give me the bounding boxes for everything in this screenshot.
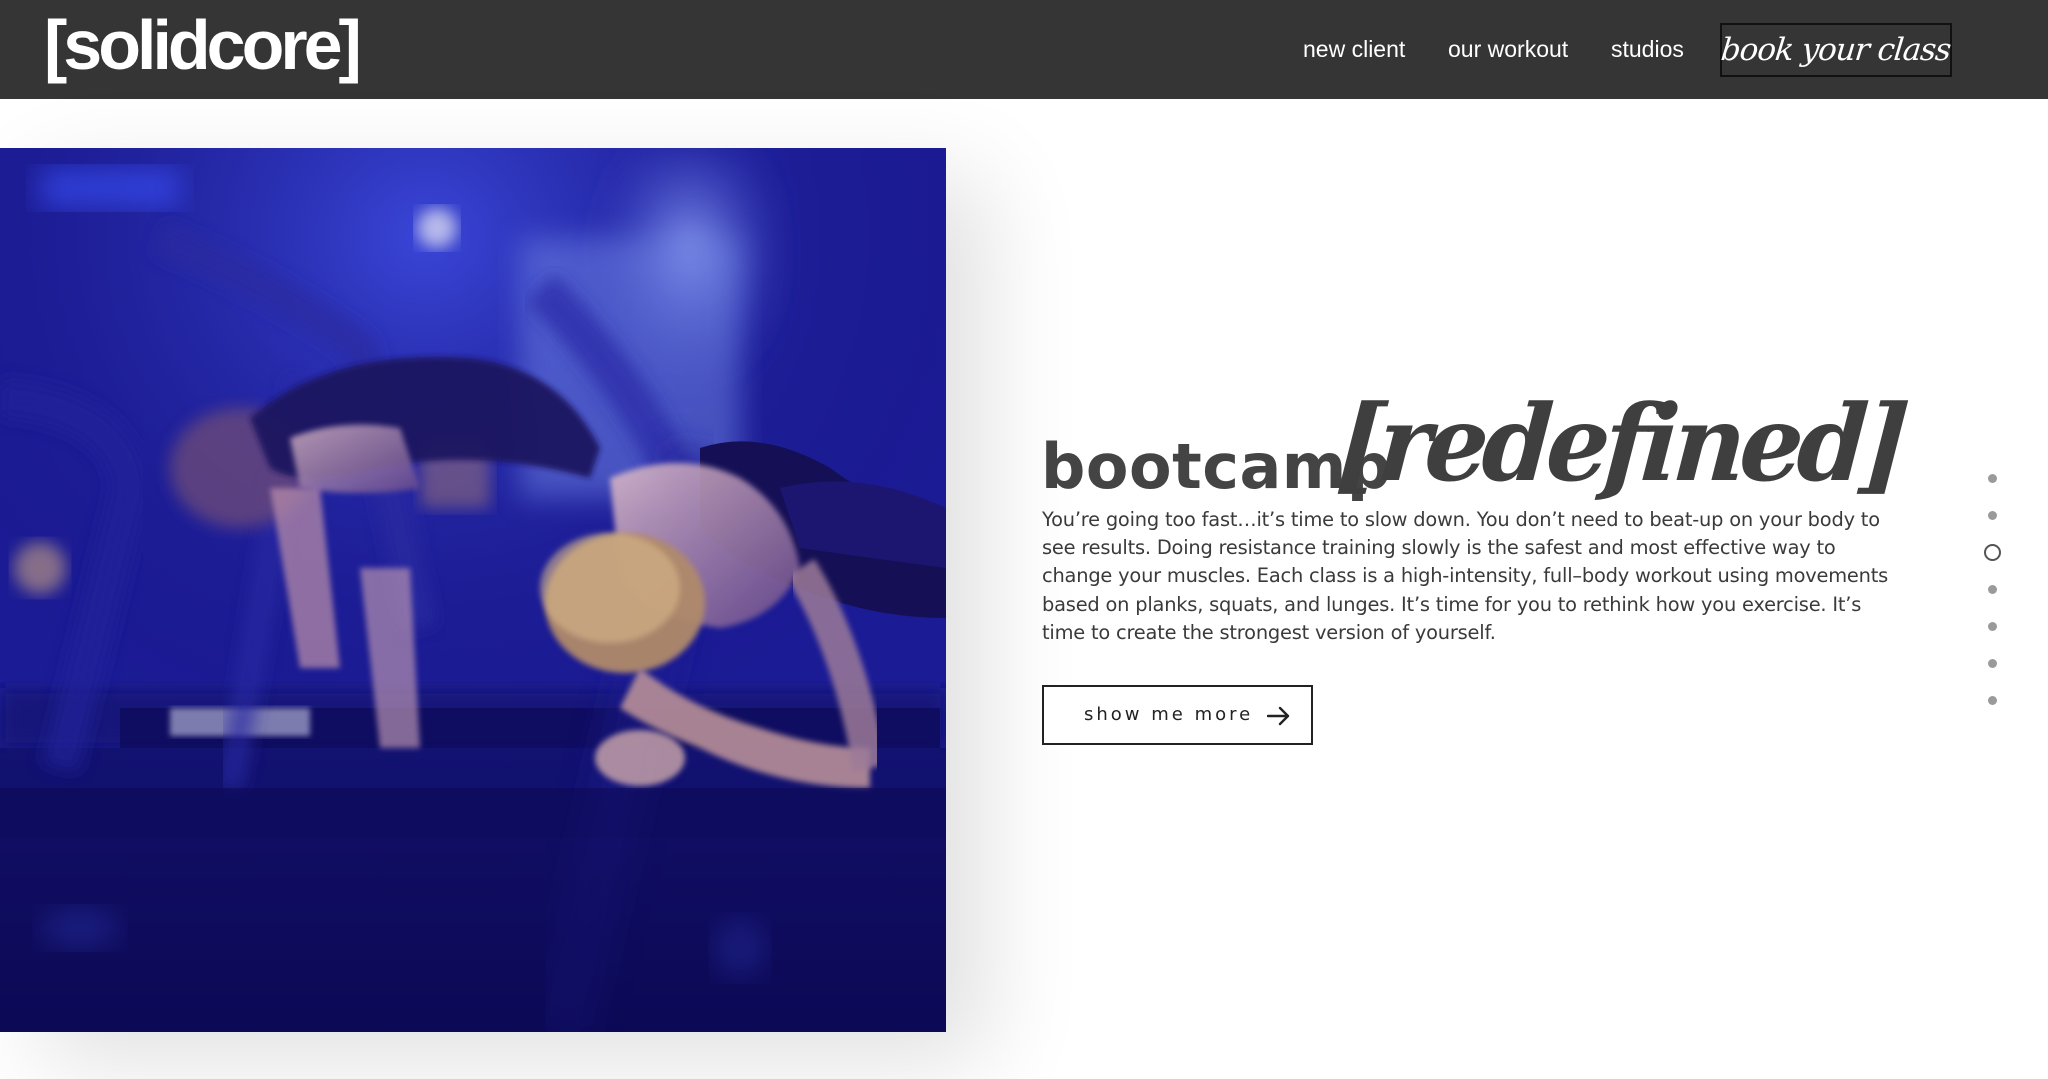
show-me-more-label: show me more <box>1084 704 1254 725</box>
section-dot-7[interactable] <box>1988 696 1997 705</box>
workout-photo <box>0 148 946 1032</box>
hero-description: You’re going too fast…it’s time to slow … <box>1042 508 1889 644</box>
headline-redefined: [redefined] <box>1332 381 1908 506</box>
section-dot-4[interactable] <box>1988 585 1997 594</box>
nav-new-client[interactable]: new client <box>1303 34 1405 64</box>
arrow-right-icon <box>1267 706 1290 726</box>
section-dot-1[interactable] <box>1988 474 1997 483</box>
section-dot-2[interactable] <box>1988 511 1997 520</box>
section-dot-navigation <box>1980 470 2004 710</box>
site-logo[interactable]: [solidcore] <box>44 4 362 86</box>
site-header: [solidcore] new client our workout studi… <box>0 0 2048 99</box>
section-dot-5[interactable] <box>1988 622 1997 631</box>
nav-studios[interactable]: studios <box>1611 34 1684 64</box>
show-me-more-button[interactable]: show me more <box>1042 685 1313 745</box>
nav-our-workout[interactable]: our workout <box>1448 34 1568 64</box>
section-dot-3-active[interactable] <box>1984 544 2001 561</box>
book-your-class-button[interactable]: book your class <box>1719 23 1953 77</box>
book-your-class-label: book your class <box>1719 32 1953 68</box>
hero-image <box>0 148 946 1032</box>
section-dot-6[interactable] <box>1988 659 1997 668</box>
hero-headline: bootcamp [redefined] <box>1041 381 1907 508</box>
